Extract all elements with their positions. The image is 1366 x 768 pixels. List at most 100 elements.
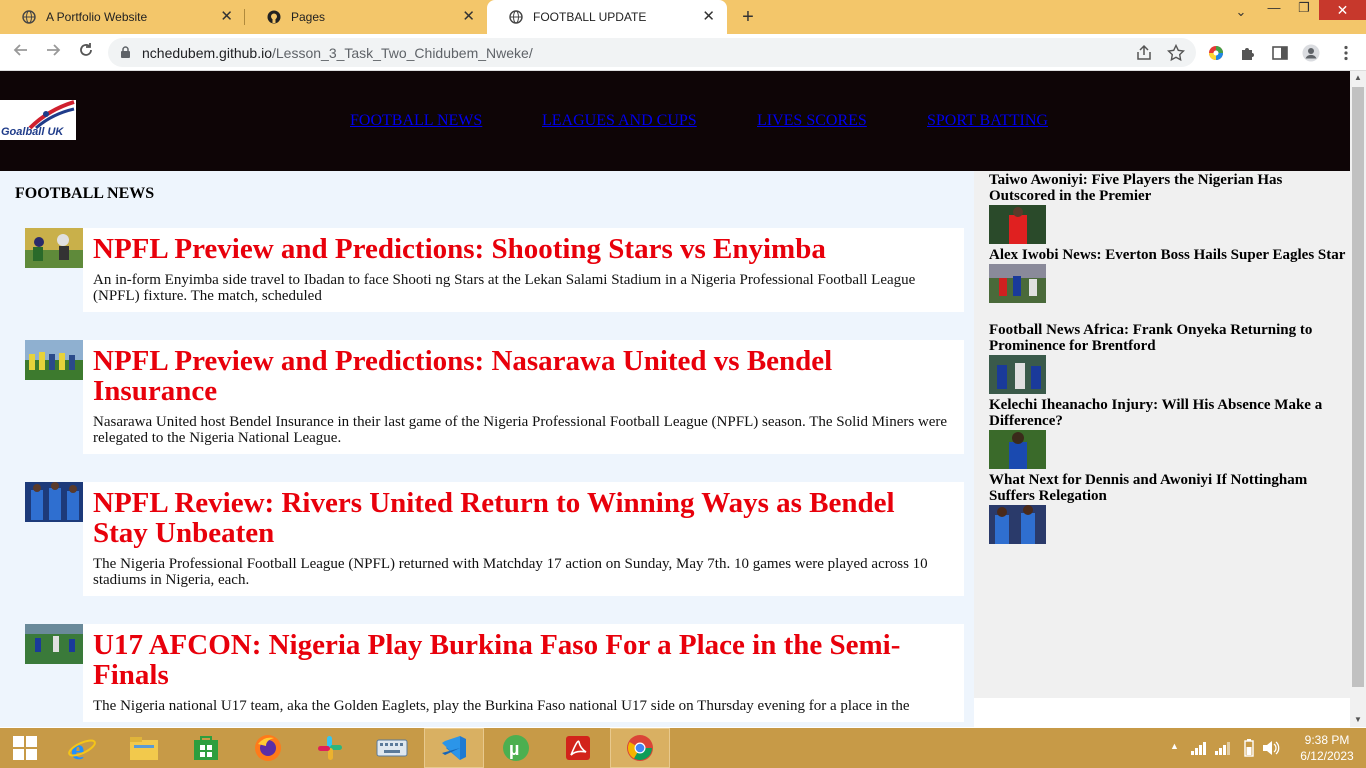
- tab-search-chevron-icon[interactable]: ⌄: [1228, 4, 1254, 24]
- github-icon: [267, 10, 281, 24]
- network-signal-icon[interactable]: [1190, 741, 1208, 755]
- sidebar: Taiwo Awoniyi: Five Players the Nigerian…: [974, 171, 1350, 698]
- sidebar-news-thumbnail[interactable]: [989, 205, 1046, 244]
- web-page: Goalball UK FOOTBALL NEWS LEAGUES AND CU…: [0, 71, 1350, 727]
- clock-time: 9:38 PM: [1304, 733, 1350, 747]
- battery-icon[interactable]: [1244, 739, 1254, 757]
- vscode-icon[interactable]: [424, 728, 484, 768]
- minimize-button[interactable]: —: [1260, 0, 1288, 20]
- article-headline[interactable]: NPFL Preview and Predictions: Nasarawa U…: [93, 346, 954, 406]
- close-icon[interactable]: ✕: [702, 9, 715, 24]
- new-tab-button[interactable]: +: [738, 6, 758, 29]
- chrome-icon[interactable]: [610, 728, 670, 768]
- section-title: FOOTBALL NEWS: [15, 185, 155, 202]
- url-text[interactable]: nchedubem.github.io/Lesson_3_Task_Two_Ch…: [142, 45, 533, 61]
- keyboard-icon[interactable]: [362, 728, 422, 768]
- article-body: U17 AFCON: Nigeria Play Burkina Faso For…: [83, 624, 964, 722]
- article-thumbnail[interactable]: [25, 228, 83, 268]
- article-summary: The Nigeria Professional Football League…: [93, 556, 928, 588]
- tab-title: Pages: [291, 10, 326, 24]
- article-thumbnail[interactable]: [25, 624, 83, 664]
- article-headline[interactable]: NPFL Review: Rivers United Return to Win…: [93, 488, 954, 548]
- reload-icon[interactable]: [76, 42, 96, 62]
- slack-icon[interactable]: [300, 728, 360, 768]
- article-thumbnail[interactable]: [25, 340, 83, 380]
- article-body: NPFL Preview and Predictions: Shooting S…: [83, 228, 964, 312]
- color-wheel-extension-icon[interactable]: [1207, 44, 1225, 62]
- sidebar-news-title[interactable]: What Next for Dennis and Awoniyi If Nott…: [989, 472, 1349, 504]
- sidebar-news-title[interactable]: Football News Africa: Frank Onyeka Retur…: [989, 322, 1349, 354]
- sidebar-news-title[interactable]: Alex Iwobi News: Everton Boss Hails Supe…: [989, 247, 1349, 263]
- article-headline[interactable]: U17 AFCON: Nigeria Play Burkina Faso For…: [93, 630, 954, 690]
- article-thumbnail[interactable]: [25, 482, 83, 522]
- nav-link-football-news[interactable]: FOOTBALL NEWS: [350, 112, 482, 130]
- utorrent-icon[interactable]: µ: [486, 728, 546, 768]
- scroll-up-arrow-icon[interactable]: ▲: [1350, 71, 1366, 85]
- firefox-icon[interactable]: [238, 728, 298, 768]
- main-content: FOOTBALL NEWS NPFL Preview and Predictio…: [0, 171, 974, 727]
- nav-link-lives-scores[interactable]: LIVES SCORES: [757, 112, 867, 130]
- browser-toolbar: nchedubem.github.io/Lesson_3_Task_Two_Ch…: [0, 34, 1366, 71]
- sidebar-news-thumbnail[interactable]: [989, 505, 1046, 544]
- site-logo[interactable]: Goalball UK: [0, 100, 76, 140]
- tab-football-update[interactable]: FOOTBALL UPDATE ✕: [487, 0, 727, 34]
- scrollbar-thumb[interactable]: [1352, 87, 1364, 687]
- forward-arrow-icon[interactable]: [43, 42, 63, 62]
- sidebar-news-title[interactable]: Taiwo Awoniyi: Five Players the Nigerian…: [989, 172, 1349, 204]
- close-icon[interactable]: ✕: [220, 9, 233, 24]
- signal-bars-icon[interactable]: [1214, 741, 1232, 755]
- sidebar-news-item[interactable]: Taiwo Awoniyi: Five Players the Nigerian…: [989, 172, 1349, 244]
- article-summary: The Nigeria national U17 team, aka the G…: [93, 698, 910, 714]
- article-headline[interactable]: NPFL Preview and Predictions: Shooting S…: [93, 234, 954, 264]
- tab-title: FOOTBALL UPDATE: [533, 10, 647, 24]
- article-summary: Nasarawa United host Bendel Insurance in…: [93, 414, 948, 446]
- sidebar-news-item[interactable]: Alex Iwobi News: Everton Boss Hails Supe…: [989, 247, 1349, 303]
- nav-link-sport-batting[interactable]: SPORT BATTING: [927, 112, 1048, 130]
- sidebar-news-item[interactable]: Kelechi Iheanacho Injury: Will His Absen…: [989, 397, 1349, 469]
- scroll-down-arrow-icon[interactable]: ▼: [1350, 713, 1366, 727]
- logo-text: Goalball UK: [1, 126, 64, 138]
- lock-icon[interactable]: [120, 46, 131, 59]
- windows-logo-icon: [13, 736, 37, 760]
- back-arrow-icon[interactable]: [11, 42, 31, 62]
- side-panel-icon[interactable]: [1271, 44, 1289, 62]
- sidebar-news-thumbnail[interactable]: [989, 355, 1046, 394]
- article-summary: An in-form Enyimba side travel to Ibadan…: [93, 272, 916, 304]
- start-button[interactable]: [0, 728, 50, 768]
- internet-explorer-icon[interactable]: e: [52, 728, 112, 768]
- site-header: Goalball UK FOOTBALL NEWS LEAGUES AND CU…: [0, 71, 1350, 171]
- nav-link-leagues-and-cups[interactable]: LEAGUES AND CUPS: [542, 112, 697, 130]
- tab-pages[interactable]: Pages ✕: [245, 0, 487, 34]
- url-domain: nchedubem.github.io: [142, 45, 272, 61]
- window-close-button[interactable]: ✕: [1319, 0, 1366, 20]
- file-explorer-icon[interactable]: [114, 728, 174, 768]
- article-body: NPFL Review: Rivers United Return to Win…: [83, 482, 964, 596]
- store-icon[interactable]: [176, 728, 236, 768]
- page-scrollbar[interactable]: ▲ ▼: [1350, 71, 1366, 727]
- article-body: NPFL Preview and Predictions: Nasarawa U…: [83, 340, 964, 454]
- menu-kebab-icon[interactable]: [1337, 44, 1355, 62]
- tab-title: A Portfolio Website: [46, 10, 148, 24]
- sidebar-news-item[interactable]: Football News Africa: Frank Onyeka Retur…: [989, 322, 1349, 394]
- address-bar[interactable]: nchedubem.github.io/Lesson_3_Task_Two_Ch…: [108, 38, 1196, 67]
- show-hidden-icons-chevron-icon[interactable]: ▲: [1170, 741, 1179, 751]
- volume-speaker-icon[interactable]: [1262, 740, 1280, 756]
- system-clock[interactable]: 9:38 PM 6/12/2023: [1292, 732, 1362, 764]
- tab-portfolio[interactable]: A Portfolio Website ✕: [0, 0, 245, 34]
- close-icon[interactable]: ✕: [462, 9, 475, 24]
- profile-avatar-icon[interactable]: [1302, 44, 1320, 62]
- bookmark-star-icon[interactable]: [1167, 44, 1185, 62]
- acrobat-icon[interactable]: [548, 728, 608, 768]
- windows-taskbar: e µ ▲ 9:38 PM 6/12/2023: [0, 728, 1366, 768]
- browser-tab-strip: A Portfolio Website ✕ Pages ✕ FOOTBALL U…: [0, 0, 1366, 34]
- sidebar-news-thumbnail[interactable]: [989, 264, 1046, 303]
- sidebar-news-item[interactable]: What Next for Dennis and Awoniyi If Nott…: [989, 472, 1349, 544]
- restore-button[interactable]: ❐: [1290, 0, 1318, 20]
- clock-date: 6/12/2023: [1300, 749, 1354, 763]
- share-icon[interactable]: [1135, 44, 1153, 62]
- extensions-puzzle-icon[interactable]: [1239, 44, 1257, 62]
- url-path: /Lesson_3_Task_Two_Chidubem_Nweke/: [272, 45, 533, 61]
- sidebar-news-title[interactable]: Kelechi Iheanacho Injury: Will His Absen…: [989, 397, 1349, 429]
- globe-icon: [509, 10, 523, 24]
- sidebar-news-thumbnail[interactable]: [989, 430, 1046, 469]
